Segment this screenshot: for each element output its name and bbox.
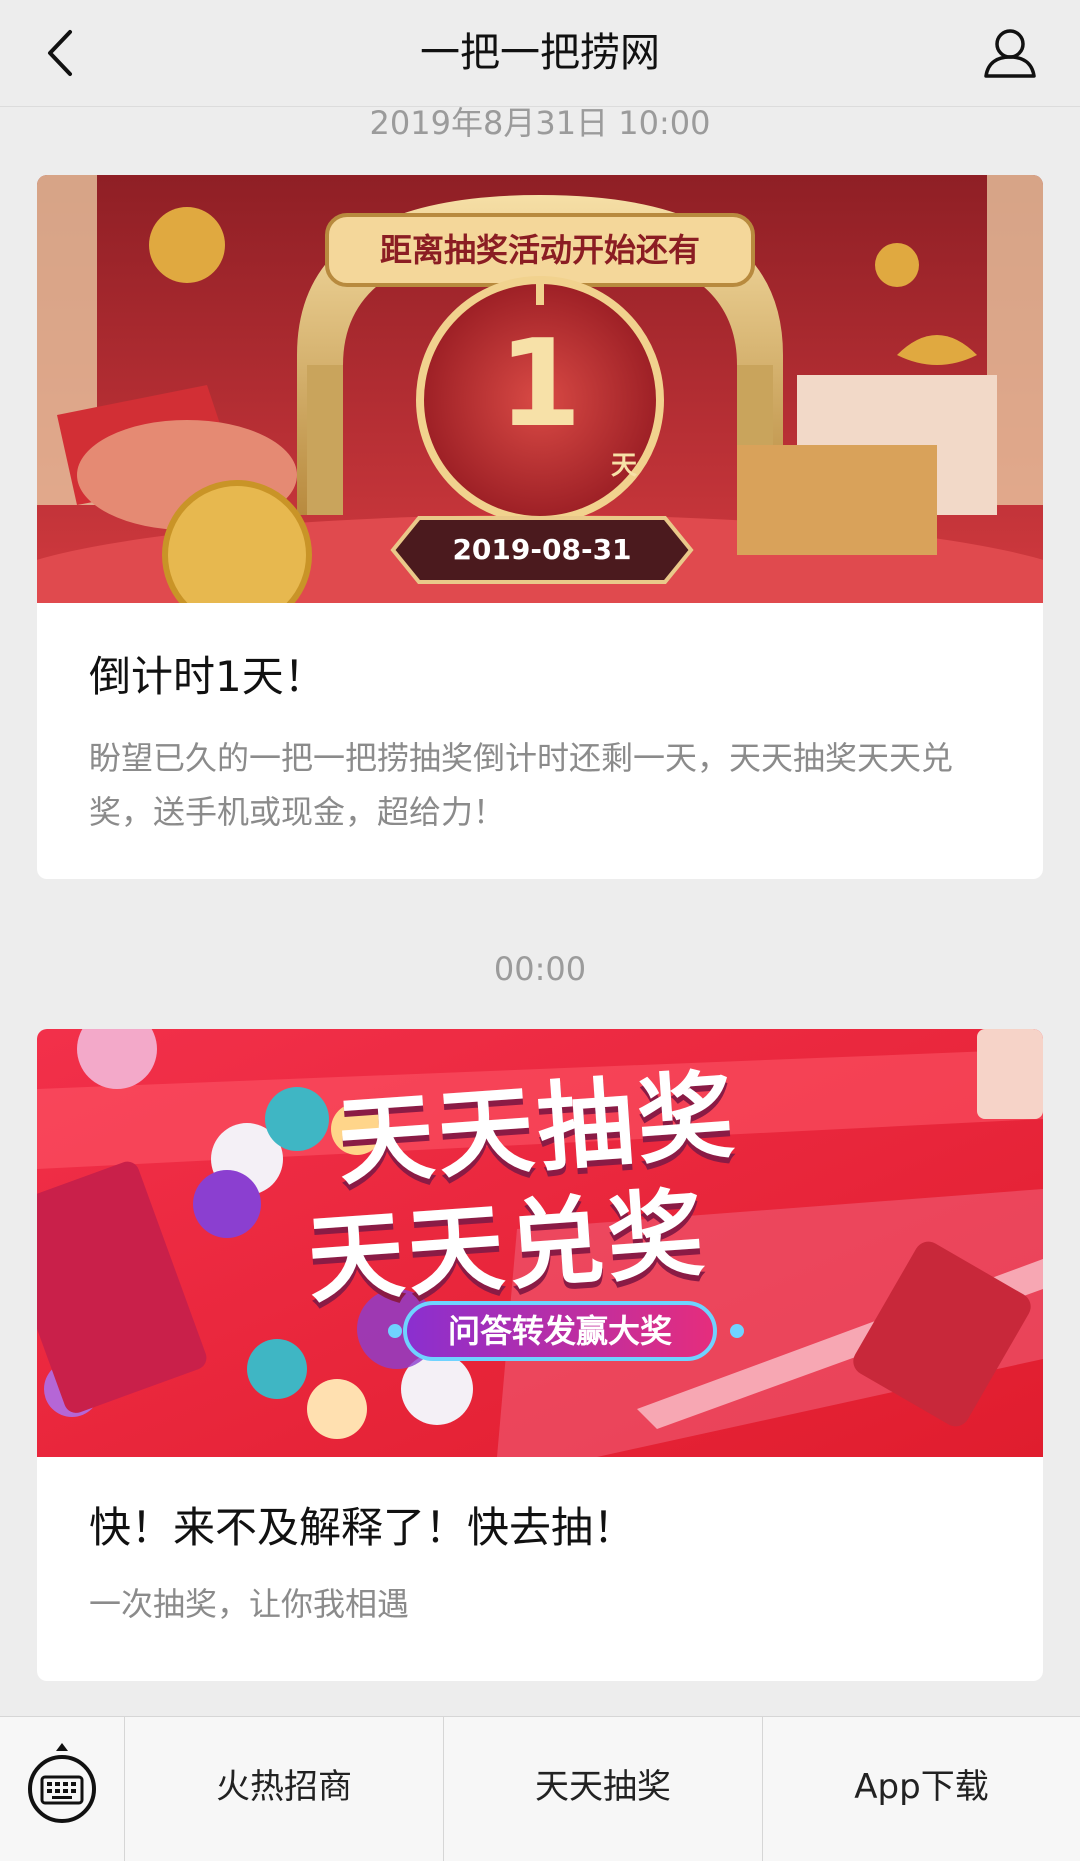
- article-card-lottery[interactable]: 天天抽奖 天天兑奖 问答转发赢大奖 快！来不及解释了！快去抽！ 一次抽奖，让你我…: [37, 1029, 1043, 1681]
- lottery-banner[interactable]: 天天抽奖 天天兑奖 问答转发赢大奖: [37, 1029, 1043, 1457]
- user-icon[interactable]: [982, 24, 1038, 80]
- article-title: 快！来不及解释了！快去抽！: [89, 1503, 636, 1552]
- article-card-countdown[interactable]: 距离抽奖活动开始还有 1 天 2019-08-31 倒计时1天！ 盼望已久的一把…: [37, 175, 1043, 879]
- article-title: 倒计时1天！: [89, 652, 326, 701]
- countdown-banner[interactable]: 距离抽奖活动开始还有 1 天 2019-08-31: [37, 175, 1043, 603]
- countdown-unit: 天: [611, 451, 638, 481]
- keyboard-toggle-button[interactable]: [0, 1717, 125, 1861]
- menu-item-app-download[interactable]: App下载: [763, 1717, 1080, 1861]
- countdown-number: 1: [498, 315, 582, 454]
- navigation-bar: 一把一把捞网: [0, 0, 1080, 107]
- date-badge: 2019-08-31: [452, 533, 632, 566]
- page-title: 一把一把捞网: [420, 30, 660, 76]
- message-timestamp: 00:00: [493, 950, 587, 988]
- bottom-menu-bar: 火热招商 天天抽奖 App下载: [0, 1716, 1080, 1861]
- banner-pill-text: 问答转发赢大奖: [447, 1312, 672, 1350]
- article-description: 一次抽奖，让你我相遇: [89, 1585, 410, 1623]
- menu-item-daily-lottery[interactable]: 天天抽奖: [444, 1717, 762, 1861]
- message-timestamp: 2019年8月31日 10:00: [369, 104, 711, 142]
- keyboard-icon: [28, 1743, 96, 1823]
- countdown-ribbon-text: 距离抽奖活动开始还有: [379, 231, 700, 269]
- banner-headline-2: 天天兑奖: [304, 1177, 712, 1317]
- article-description: 盼望已久的一把一把捞抽奖倒计时还剩一天，天天抽奖天天兑奖，送手机或现金，超给力！: [89, 739, 954, 831]
- menu-item-recruit[interactable]: 火热招商: [125, 1717, 443, 1861]
